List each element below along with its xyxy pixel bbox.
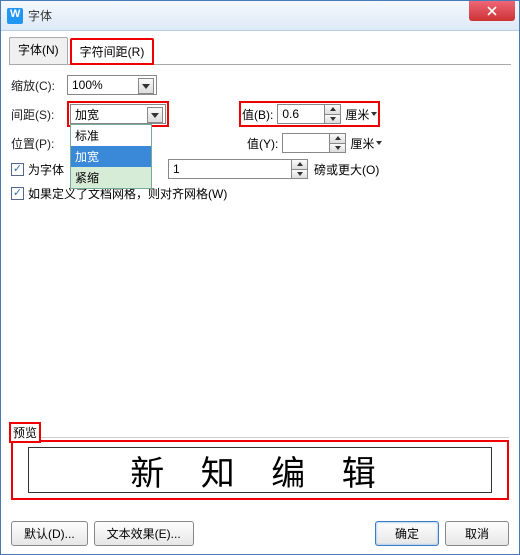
spacing-label: 间距(S): <box>11 106 67 123</box>
font-dialog: 字体 字体(N) 字符间距(R) 缩放(C): 100% 间距(S): 加宽 <box>0 0 520 555</box>
app-icon <box>7 8 23 24</box>
cancel-button[interactable]: 取消 <box>445 521 509 546</box>
kerning-val-input[interactable]: 1 <box>168 159 308 179</box>
preview-section: 预览 新 知 编 辑 <box>11 414 509 500</box>
scale-select[interactable]: 100% <box>67 75 157 95</box>
spacing-unit[interactable]: 厘米 <box>345 106 377 123</box>
spacing-val-label: 值(B): <box>242 106 273 123</box>
kerning-suffix: 磅或更大(O) <box>314 161 379 178</box>
tab-bar: 字体(N) 字符间距(R) <box>9 37 511 65</box>
textfx-button[interactable]: 文本效果(E)... <box>94 521 194 546</box>
chevron-down-icon <box>147 107 163 123</box>
spinner[interactable] <box>291 160 307 178</box>
spacing-val-input[interactable]: 0.6 <box>277 104 341 124</box>
scale-label: 缩放(C): <box>11 77 67 94</box>
spacing-val: 0.6 <box>282 107 299 121</box>
spacing-dropdown: 标准 加宽 紧缩 <box>70 124 152 189</box>
tab-spacing[interactable]: 字符间距(R) <box>70 38 155 65</box>
preview-box: 新 知 编 辑 <box>11 440 509 500</box>
spacing-value: 加宽 <box>75 106 99 123</box>
window-title: 字体 <box>28 7 52 24</box>
position-val-input[interactable] <box>282 133 346 153</box>
spinner[interactable] <box>324 105 340 123</box>
spacing-option-condensed[interactable]: 紧缩 <box>71 167 151 188</box>
position-unit[interactable]: 厘米 <box>350 135 382 152</box>
preview-text: 新 知 编 辑 <box>28 447 492 493</box>
chevron-down-icon <box>138 78 154 94</box>
spacing-select[interactable]: 加宽 标准 加宽 紧缩 <box>70 104 166 124</box>
snapgrid-checkbox[interactable] <box>11 187 24 200</box>
preview-label: 预览 <box>9 422 41 443</box>
spacing-option-expanded[interactable]: 加宽 <box>71 146 151 167</box>
position-val-label: 值(Y): <box>247 135 278 152</box>
ok-button[interactable]: 确定 <box>375 521 439 546</box>
kerning-val: 1 <box>173 162 180 176</box>
close-button[interactable] <box>469 1 515 21</box>
kerning-checkbox[interactable] <box>11 163 24 176</box>
spacing-option-standard[interactable]: 标准 <box>71 125 151 146</box>
kerning-label: 为字体 <box>28 161 64 178</box>
spinner[interactable] <box>329 134 345 152</box>
titlebar: 字体 <box>1 1 519 31</box>
scale-value: 100% <box>72 78 103 92</box>
position-label: 位置(P): <box>11 135 67 152</box>
close-icon <box>487 6 497 16</box>
dialog-footer: 默认(D)... 文本效果(E)... 确定 取消 <box>11 521 509 546</box>
default-button[interactable]: 默认(D)... <box>11 521 88 546</box>
tab-font[interactable]: 字体(N) <box>9 37 68 64</box>
